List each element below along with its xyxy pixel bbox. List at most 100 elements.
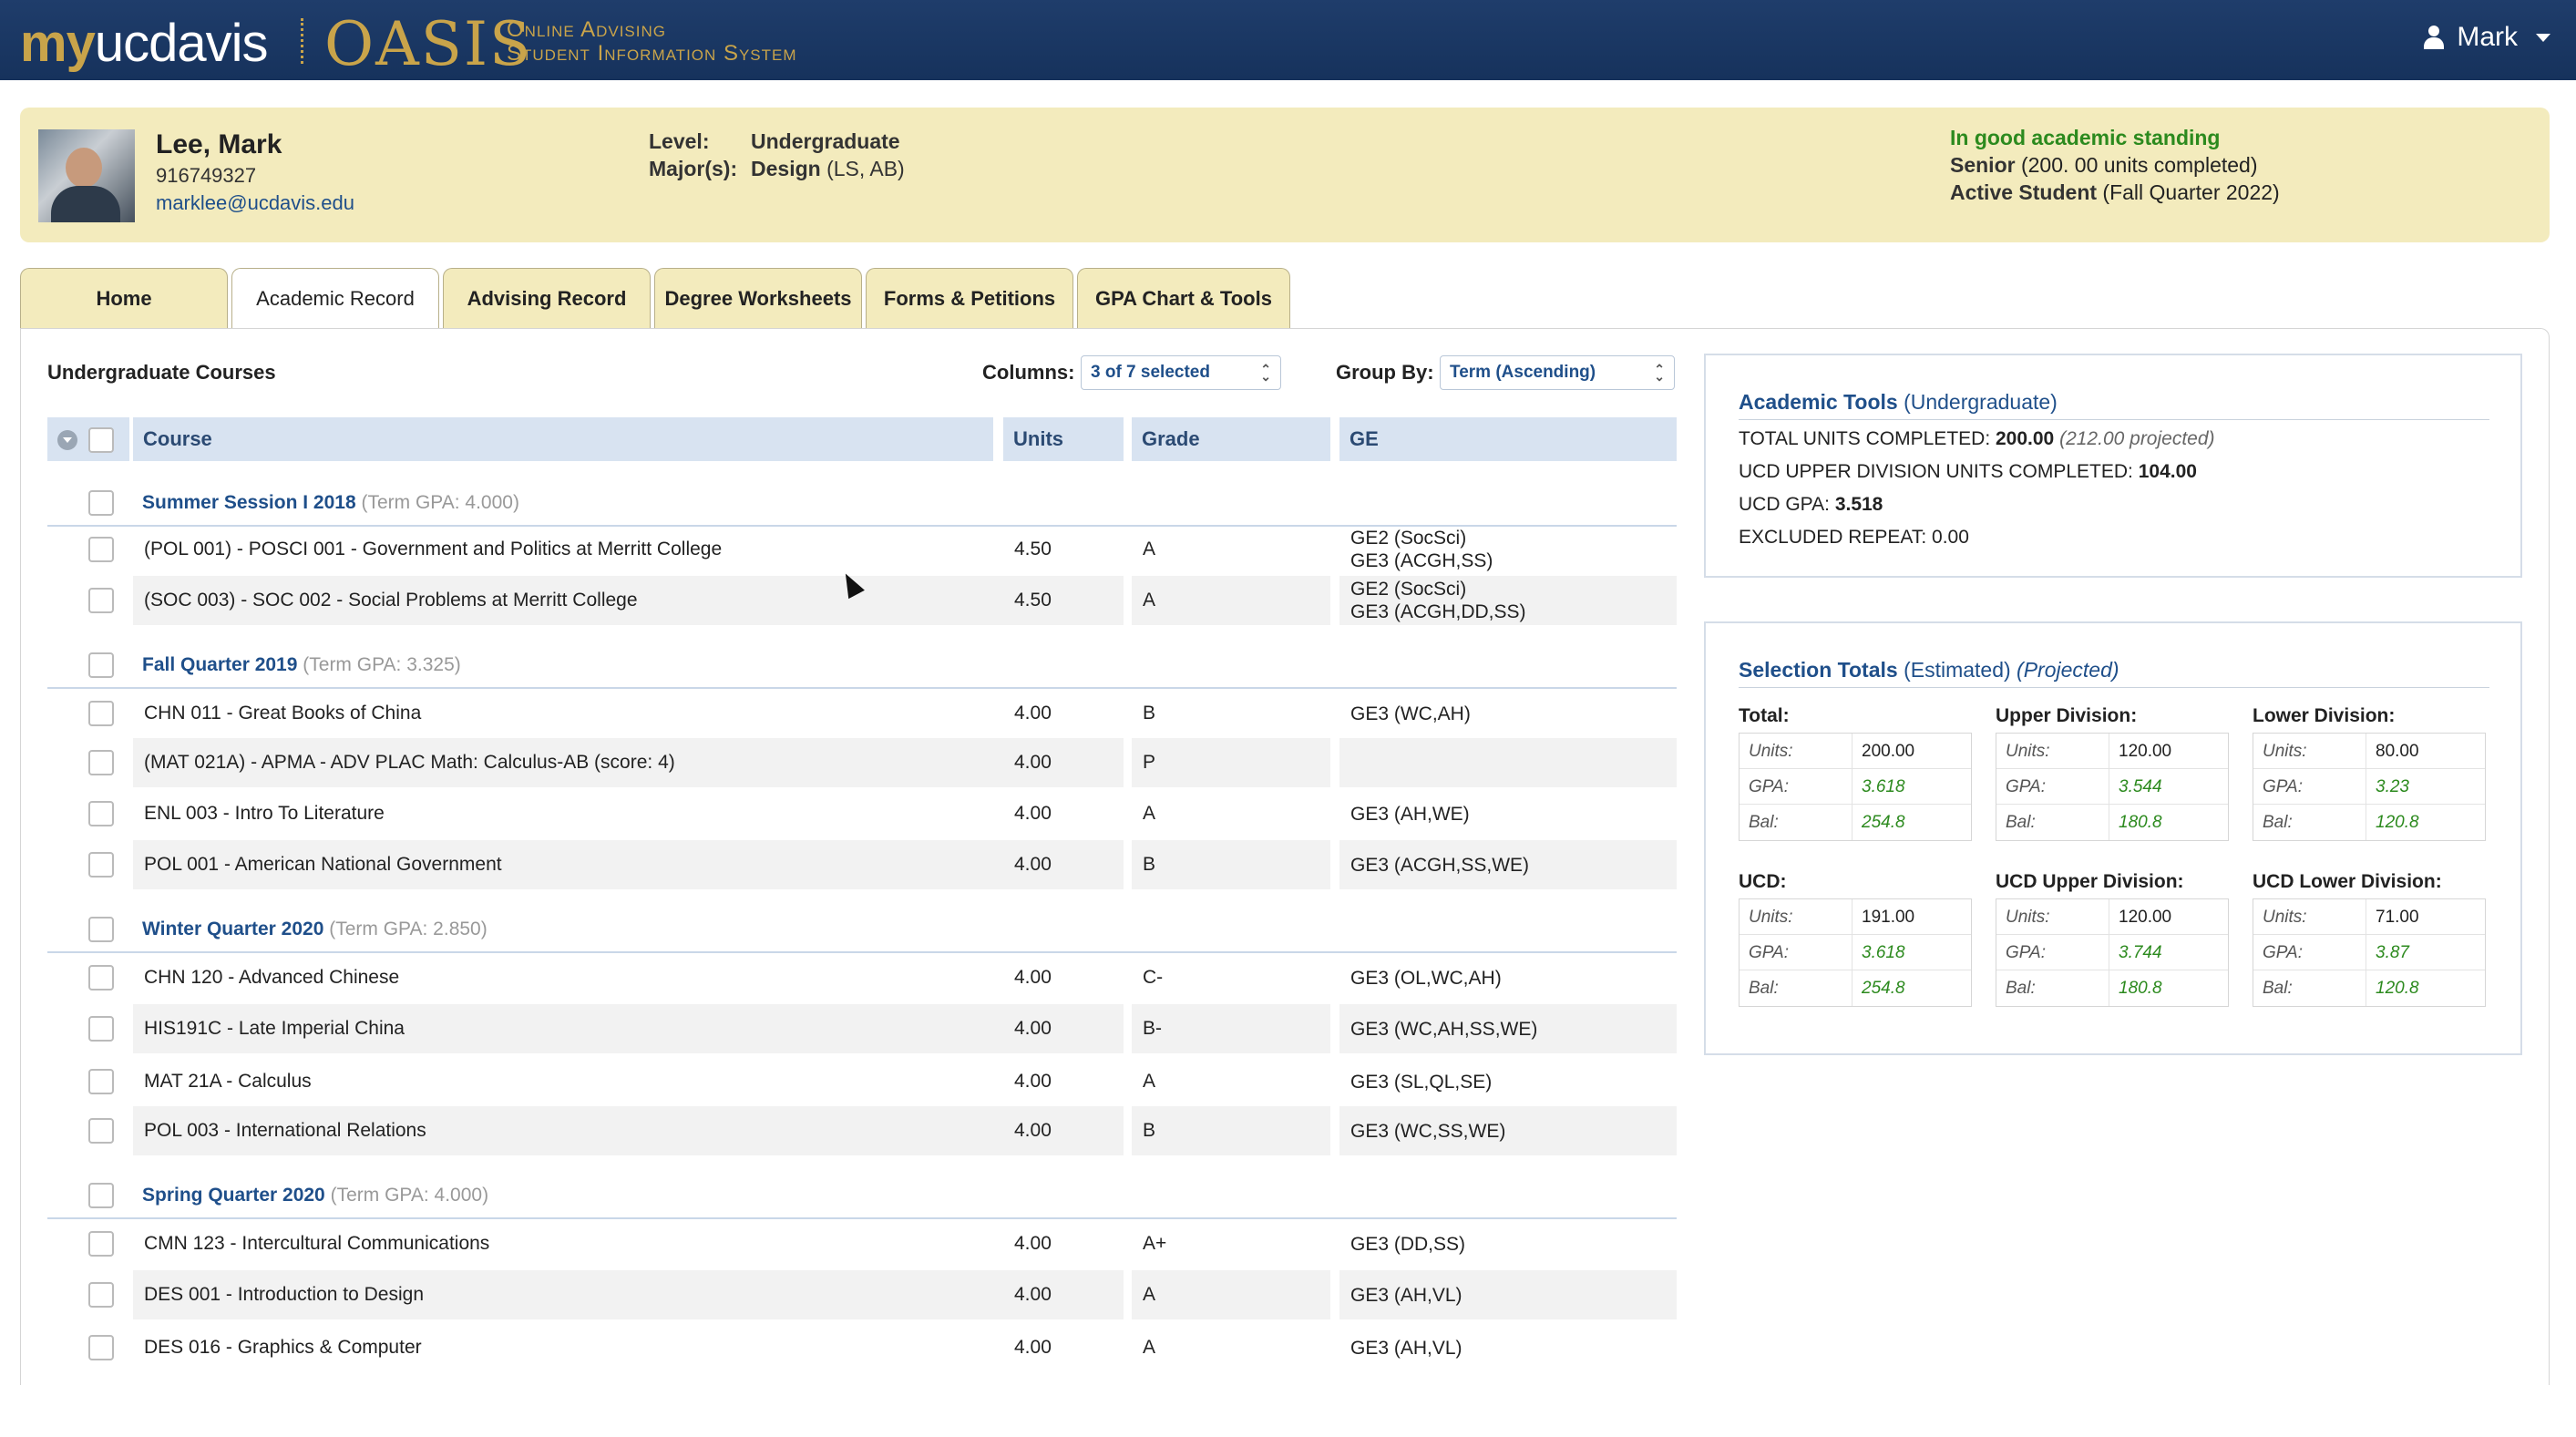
academic-tools-heading: Academic Tools — [1739, 390, 1898, 414]
groupby-select[interactable]: Term (Ascending) ⌃ ⌄ — [1440, 355, 1675, 390]
course-grade: B- — [1132, 1004, 1330, 1053]
selection-group-table: Units: 71.00 GPA: 3.87 Bal: 120.8 — [2253, 898, 2486, 1007]
row-checkbox[interactable] — [88, 1335, 114, 1360]
row-checkbox[interactable] — [88, 1282, 114, 1308]
term-checkbox[interactable] — [88, 652, 114, 678]
course-row[interactable]: ENL 003 - Intro To Literature 4.00 A GE3 (A… — [47, 789, 1677, 838]
selection-group-table: Units: 200.00 GPA: 3.618 Bal: 254.8 — [1739, 733, 1972, 841]
course-row[interactable]: CHN 011 - Great Books of China 4.00 B GE3 (… — [47, 689, 1677, 738]
term-checkbox[interactable] — [88, 490, 114, 516]
level-label: Level: — [649, 129, 710, 153]
row-checkbox[interactable] — [88, 588, 114, 613]
course-units: 4.00 — [1014, 1337, 1052, 1358]
selection-group-label: UCD Lower Division: — [2253, 871, 2442, 892]
course-ge: GE3 (WC,AH,SS,WE) — [1339, 1004, 1677, 1053]
course-name: POL 003 - International Relations — [133, 1106, 1041, 1155]
academic-tools-title: Academic Tools (Undergraduate) — [1739, 390, 2058, 415]
course-row[interactable]: (SOC 003) - SOC 002 - Social Problems at… — [47, 576, 1677, 625]
user-name: Mark — [2457, 22, 2518, 52]
collapse-toggle-icon[interactable] — [57, 430, 77, 450]
selection-key: Bal: — [1996, 970, 2109, 1006]
selection-group-label: Upper Division: — [1996, 705, 2138, 726]
tab-advising-record[interactable]: Advising Record — [443, 268, 651, 328]
groupby-value: Term (Ascending) — [1450, 363, 1596, 382]
course-name: DES 016 - Graphics & Computer — [144, 1337, 422, 1358]
tab-forms-petitions[interactable]: Forms & Petitions — [866, 268, 1073, 328]
header-course[interactable]: Course — [133, 417, 993, 461]
selection-value: 191.00 — [1862, 908, 1915, 927]
ge-line: GE3 (AH,VL) — [1350, 1284, 1462, 1306]
tab-gpa-chart-tools[interactable]: GPA Chart & Tools — [1077, 268, 1290, 328]
ge-line: GE3 (AH,WE) — [1350, 803, 1470, 825]
updown-arrow-icon: ⌃ ⌄ — [1260, 362, 1271, 384]
level-value: Undergraduate — [751, 129, 900, 153]
row-checkbox[interactable] — [88, 965, 114, 991]
row-checkbox[interactable] — [88, 537, 114, 562]
ge-line: GE3 (ACGH,SS) — [1350, 550, 1493, 571]
course-row[interactable]: MAT 21A - Calculus 4.00 A GE3 (SL,QL,SE) — [47, 1057, 1677, 1106]
selection-row-bal: Bal: 120.8 — [2253, 805, 2485, 840]
selection-key: GPA: — [1996, 935, 2109, 970]
selection-key: GPA: — [1996, 769, 2109, 804]
term-name: Spring Quarter 2020 — [142, 1185, 325, 1206]
caret-down-icon — [2536, 33, 2550, 42]
header-units[interactable]: Units — [1003, 417, 1124, 461]
user-menu[interactable]: Mark — [2424, 22, 2550, 53]
course-row[interactable]: CMN 123 - Intercultural Communications 4.… — [47, 1219, 1677, 1268]
row-checkbox[interactable] — [88, 1231, 114, 1257]
ge-line: GE3 (SL,QL,SE) — [1350, 1071, 1493, 1093]
selection-value: 120.00 — [2119, 908, 2172, 927]
selection-key: Units: — [1740, 734, 1852, 768]
header-grade[interactable]: Grade — [1132, 417, 1330, 461]
selection-row-bal: Bal: 254.8 — [1740, 970, 1971, 1006]
selection-row-gpa: GPA: 3.618 — [1740, 769, 1971, 805]
term-checkbox[interactable] — [88, 917, 114, 942]
course-name: CMN 123 - Intercultural Communications — [144, 1233, 490, 1254]
select-all-checkbox[interactable] — [88, 427, 114, 453]
course-row[interactable]: DES 016 - Graphics & Computer 4.00 A GE3 (A… — [47, 1323, 1677, 1372]
student-email-link[interactable]: marklee@ucdavis.edu — [156, 191, 354, 215]
row-checkbox[interactable] — [88, 801, 114, 826]
course-row[interactable]: POL 003 - International Relations 4.00 B GE… — [47, 1106, 1677, 1155]
tab-home[interactable]: Home — [20, 268, 228, 328]
row-checkbox[interactable] — [88, 1016, 114, 1042]
oasis-logo[interactable]: OASIS — [324, 9, 532, 79]
columns-select[interactable]: 3 of 7 selected ⌃ ⌄ — [1081, 355, 1281, 390]
ge-line: GE3 (WC,AH,SS,WE) — [1350, 1018, 1538, 1040]
top-bar: myucdavis OASIS Online Advising Student … — [0, 0, 2576, 80]
ge-line: GE3 (WC,SS,WE) — [1350, 1120, 1506, 1142]
course-grade: B — [1143, 703, 1156, 724]
row-checkbox[interactable] — [88, 750, 114, 775]
course-row[interactable]: POL 001 - American National Government 4.… — [47, 840, 1677, 889]
course-row[interactable]: HIS191C - Late Imperial China 4.00 B- GE3 (… — [47, 1004, 1677, 1053]
course-units: 4.00 — [1003, 1106, 1124, 1155]
selection-key: Units: — [1740, 899, 1852, 934]
row-checkbox[interactable] — [88, 852, 114, 878]
groupby-label: Group By: — [1336, 361, 1434, 384]
tab-degree-worksheets[interactable]: Degree Worksheets — [654, 268, 862, 328]
course-row[interactable]: DES 001 - Introduction to Design 4.00 A GE3… — [47, 1270, 1677, 1319]
row-checkbox[interactable] — [88, 701, 114, 726]
main-tabs: Home Academic Record Advising Record Deg… — [20, 268, 1294, 329]
myucdavis-logo[interactable]: myucdavis — [20, 13, 268, 74]
major-value: Design — [751, 157, 821, 180]
course-row[interactable]: (MAT 021A) - APMA - ADV PLAC Math: Calcu… — [47, 738, 1677, 787]
course-row[interactable]: CHN 120 - Advanced Chinese 4.00 C- GE3 (OL,… — [47, 953, 1677, 1002]
term-name: Fall Quarter 2019 — [142, 654, 298, 675]
selection-totals-title: Selection Totals (Estimated) (Projected) — [1739, 658, 2119, 683]
course-row[interactable]: (POL 001) - POSCI 001 - Government and P… — [47, 525, 1677, 574]
term-checkbox[interactable] — [88, 1183, 114, 1208]
selection-value: 254.8 — [1862, 813, 1905, 832]
ge-line: GE3 (AH,VL) — [1350, 1337, 1462, 1359]
ge-line: GE3 (OL,WC,AH) — [1350, 967, 1502, 989]
tab-academic-record[interactable]: Academic Record — [231, 268, 439, 329]
ge-line: GE3 (WC,AH) — [1350, 703, 1471, 724]
row-checkbox[interactable] — [88, 1069, 114, 1094]
selection-key: GPA: — [2253, 769, 2366, 804]
selection-value: 3.23 — [2376, 777, 2409, 796]
class-level: Senior — [1950, 153, 2016, 177]
header-ge[interactable]: GE — [1339, 417, 1677, 461]
row-checkbox[interactable] — [88, 1118, 114, 1144]
term-heading: Fall Quarter 2019 (Term GPA: 3.325) — [142, 654, 461, 676]
enrollment-status: Active Student — [1950, 180, 2098, 204]
